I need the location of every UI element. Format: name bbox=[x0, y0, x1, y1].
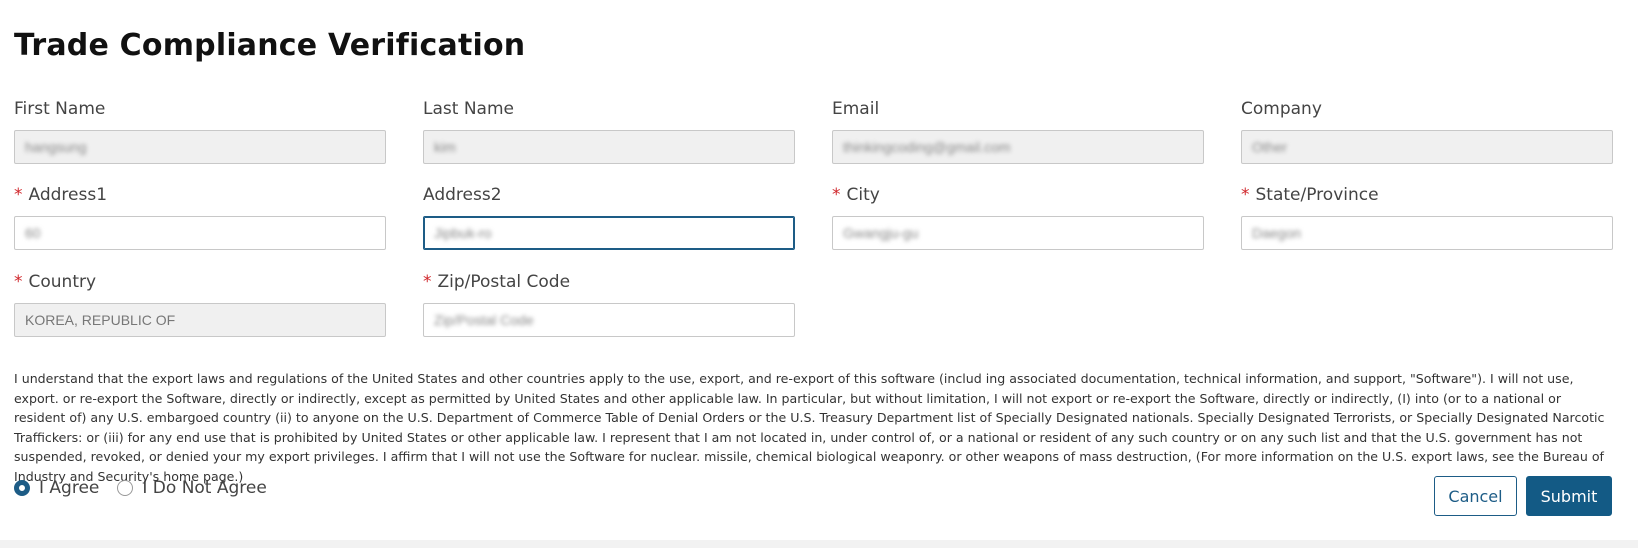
disagree-radio[interactable]: I Do Not Agree bbox=[117, 478, 267, 498]
company-field: Company Other bbox=[1241, 97, 1613, 164]
city-label: * City bbox=[832, 185, 880, 205]
submit-button[interactable]: Submit bbox=[1526, 476, 1612, 516]
country-input[interactable]: KOREA, REPUBLIC OF bbox=[14, 303, 386, 337]
required-marker: * bbox=[1241, 185, 1250, 205]
address2-field: Address2 Jipbuk-ro bbox=[423, 183, 795, 250]
radio-unselected-icon[interactable] bbox=[117, 480, 134, 496]
company-label: Company bbox=[1241, 99, 1322, 119]
address2-input[interactable]: Jipbuk-ro bbox=[423, 216, 795, 250]
address1-field: * Address1 60 bbox=[14, 183, 386, 250]
export-disclaimer-text: I understand that the export laws and re… bbox=[14, 371, 1605, 484]
email-field: Email thinkingcoding@gmail.com bbox=[832, 97, 1204, 164]
agree-label[interactable]: I Agree bbox=[39, 478, 99, 498]
page-title: Trade Compliance Verification bbox=[14, 28, 526, 63]
address1-label: * Address1 bbox=[14, 185, 108, 205]
zip-code-input[interactable]: Zip/Postal Code bbox=[423, 303, 795, 337]
country-field: * Country KOREA, REPUBLIC OF bbox=[14, 270, 386, 337]
form-panel: Trade Compliance Verification First Name… bbox=[0, 0, 1638, 540]
last-name-label: Last Name bbox=[423, 99, 514, 119]
first-name-field: First Name hangsung bbox=[14, 97, 386, 164]
address2-label: Address2 bbox=[423, 185, 502, 205]
state-province-input[interactable]: Daegon bbox=[1241, 216, 1613, 250]
address1-input[interactable]: 60 bbox=[14, 216, 386, 250]
city-field: * City Gwangju-gu bbox=[832, 183, 1204, 250]
agree-radio[interactable]: I Agree bbox=[14, 478, 99, 498]
last-name-input[interactable]: kim bbox=[423, 130, 795, 164]
first-name-input[interactable]: hangsung bbox=[14, 130, 386, 164]
email-label: Email bbox=[832, 99, 880, 119]
company-input[interactable]: Other bbox=[1241, 130, 1613, 164]
city-input[interactable]: Gwangju-gu bbox=[832, 216, 1204, 250]
state-province-field: * State/Province Daegon bbox=[1241, 183, 1613, 250]
first-name-label: First Name bbox=[14, 99, 106, 119]
required-marker: * bbox=[832, 185, 841, 205]
zip-code-field: * Zip/Postal Code Zip/Postal Code bbox=[423, 270, 795, 337]
disagree-label[interactable]: I Do Not Agree bbox=[142, 478, 266, 498]
state-province-label: * State/Province bbox=[1241, 185, 1379, 205]
agreement-radio-group: I Agree I Do Not Agree bbox=[14, 478, 285, 498]
required-marker: * bbox=[14, 272, 23, 292]
email-input[interactable]: thinkingcoding@gmail.com bbox=[832, 130, 1204, 164]
radio-selected-icon[interactable] bbox=[14, 480, 30, 496]
last-name-field: Last Name kim bbox=[423, 97, 795, 164]
country-label: * Country bbox=[14, 272, 97, 292]
cancel-button[interactable]: Cancel bbox=[1434, 476, 1517, 516]
required-marker: * bbox=[423, 272, 432, 292]
zip-code-label: * Zip/Postal Code bbox=[423, 272, 571, 292]
required-marker: * bbox=[14, 185, 23, 205]
